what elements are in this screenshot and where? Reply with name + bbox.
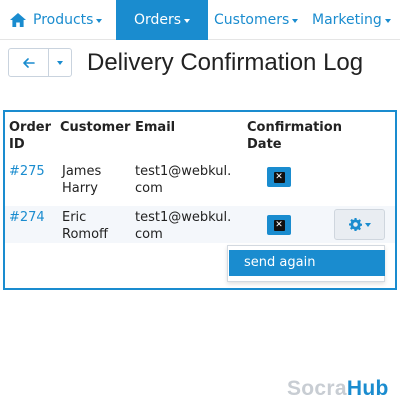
column-header-order-id[interactable]: Order ID [9,119,51,153]
top-nav: Products Orders Customers Marketing [0,0,400,40]
email-line2: com [135,181,163,196]
watermark-logo: SocraHub [287,377,389,400]
chevron-down-icon [364,222,371,227]
customer-last-name: Harry [62,181,98,196]
watermark-part2: Hub [346,377,389,400]
table-row: #274 Eric Romoff test1@webkul. com ✕ [5,206,395,243]
email-line2: com [135,227,163,242]
delete-button[interactable]: ✕ [267,167,291,187]
watermark-part1: Socra [287,377,347,400]
order-id-link[interactable]: #274 [9,209,45,226]
email-line1: test1@webkul. [135,164,232,179]
column-header-confirmation-line2: Date [247,137,282,152]
menu-item-send-again[interactable]: send again [229,250,385,276]
delete-button[interactable]: ✕ [267,215,291,235]
back-button[interactable] [9,49,49,76]
customer-name: James Harry [62,163,101,197]
column-header-customer[interactable]: Customer [60,119,130,136]
email-cell: test1@webkul. com [135,163,231,197]
email-cell: test1@webkul. com [135,209,231,243]
chevron-down-icon [184,19,191,23]
arrow-left-icon [22,57,35,68]
column-header-order-id-line1: Order [9,120,51,135]
customer-name: Eric Romoff [62,209,108,243]
chevron-down-icon [384,19,391,23]
gear-icon [348,218,362,231]
nav-label-products: Products [33,12,94,28]
chevron-down-icon [57,60,63,65]
nav-label-orders: Orders [133,12,182,28]
column-header-order-id-line2: ID [9,137,25,152]
chevron-down-icon [292,19,299,23]
customer-first-name: Eric [62,210,87,225]
nav-item-customers[interactable]: Customers [208,0,304,40]
nav-label-marketing: Marketing [312,12,382,28]
close-icon: ✕ [273,171,285,183]
close-icon: ✕ [273,219,285,231]
column-header-confirmation-date[interactable]: Confirmation Date [247,119,342,153]
back-button-group [8,48,72,77]
chevron-down-icon [96,19,103,23]
back-options-dropdown-button[interactable] [49,49,71,76]
delivery-log-table: Order ID Customer Email Confirmation Dat… [3,110,397,290]
home-icon [10,13,26,27]
row-actions-button[interactable] [334,209,385,240]
email-line1: test1@webkul. [135,210,232,225]
page-title: Delivery Confirmation Log [87,49,364,76]
customer-last-name: Romoff [62,227,108,242]
nav-label-customers: Customers [214,12,290,28]
nav-item-products[interactable]: Products [0,0,116,40]
customer-first-name: James [62,164,102,179]
column-header-confirmation-line1: Confirmation [247,120,342,135]
column-header-email[interactable]: Email [135,119,175,136]
row-actions-menu: send again [227,245,385,282]
nav-item-marketing[interactable]: Marketing [304,0,400,40]
nav-item-orders[interactable]: Orders [116,0,208,40]
order-id-link[interactable]: #275 [9,163,45,180]
